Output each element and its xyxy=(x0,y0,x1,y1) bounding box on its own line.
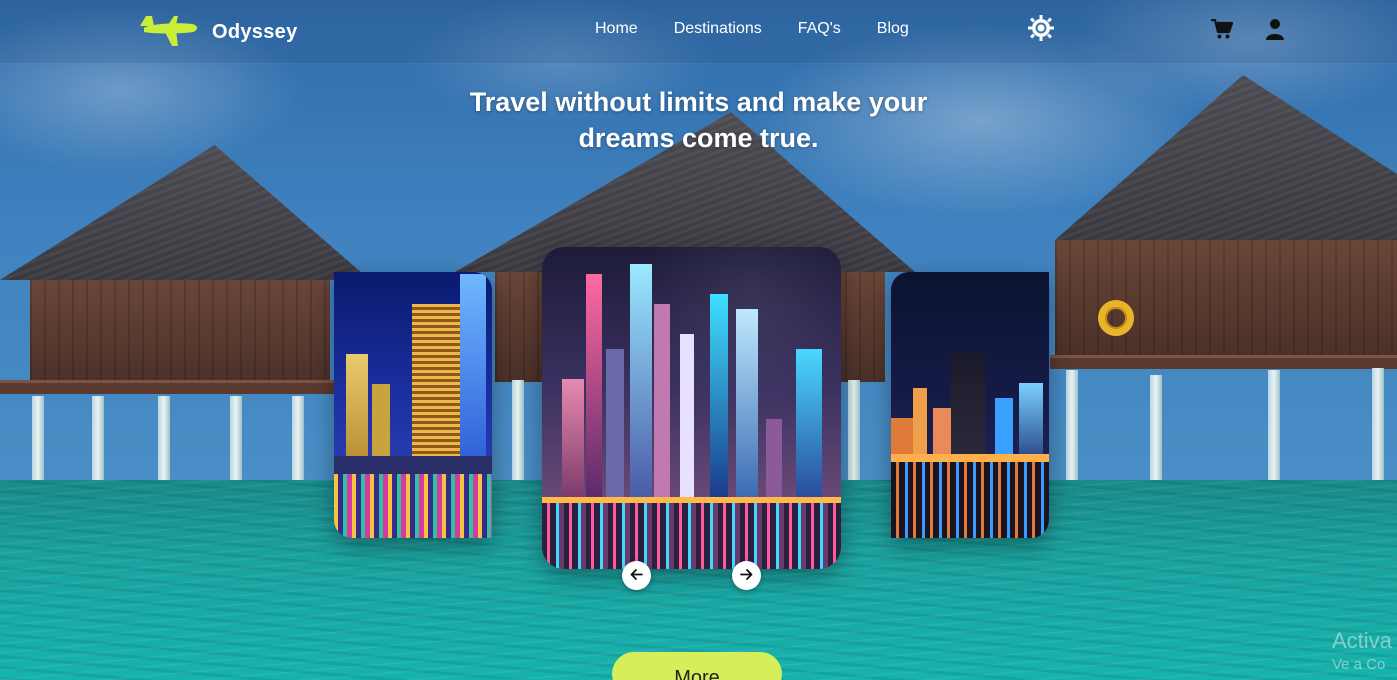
hero-headline-line1: Travel without limits and make your xyxy=(469,87,928,117)
sun-icon[interactable] xyxy=(1028,15,1054,41)
hero-headline-line2: dreams come true. xyxy=(578,123,819,153)
nav-link-home[interactable]: Home xyxy=(595,20,638,38)
user-icon[interactable] xyxy=(1266,18,1284,40)
top-navbar: Odyssey Home Destinations FAQ's Blog xyxy=(0,0,1397,64)
lifebuoy xyxy=(1098,300,1134,336)
cart-icon[interactable] xyxy=(1211,18,1234,39)
carousel-slide-prev[interactable] xyxy=(334,272,492,538)
carousel-next-button[interactable] xyxy=(732,561,761,590)
more-button[interactable]: More xyxy=(612,652,782,680)
carousel-slide-next[interactable] xyxy=(891,272,1049,538)
watermark-line1: Activa xyxy=(1332,628,1392,653)
main-nav: Home Destinations FAQ's Blog xyxy=(595,20,909,38)
carousel-prev-button[interactable] xyxy=(622,561,651,590)
nav-link-blog[interactable]: Blog xyxy=(877,20,909,38)
arrow-left-icon xyxy=(630,568,643,584)
activation-watermark: Activa Ve a Co xyxy=(1332,628,1392,678)
hero-headline: Travel without limits and make your drea… xyxy=(430,84,967,156)
watermark-line2: Ve a Co xyxy=(1332,656,1386,673)
airplane-icon xyxy=(138,12,200,53)
brand-logo[interactable]: Odyssey xyxy=(138,12,298,53)
nav-link-destinations[interactable]: Destinations xyxy=(674,20,762,38)
carousel-slide-active[interactable] xyxy=(542,247,841,569)
brand-name: Odyssey xyxy=(212,21,298,43)
nav-link-faqs[interactable]: FAQ's xyxy=(798,20,841,38)
arrow-right-icon xyxy=(740,568,753,584)
